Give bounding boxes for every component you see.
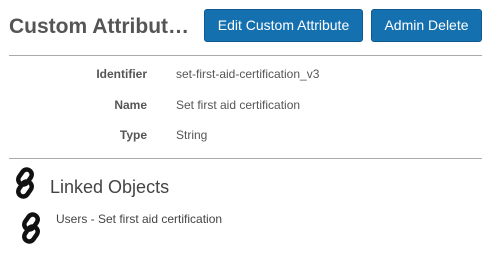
linked-objects-title: Linked Objects xyxy=(50,177,170,197)
name-label: Name xyxy=(114,98,147,112)
page-title: Custom Attribute… xyxy=(9,15,199,38)
identifier-row: Identifier set-first-aid-certification_v… xyxy=(0,64,491,84)
link-icon xyxy=(16,167,34,199)
type-label: Type xyxy=(119,128,147,142)
admin-delete-button[interactable]: Admin Delete xyxy=(371,9,482,42)
page-header: Custom Attribute… Edit Custom Attribute … xyxy=(0,0,491,56)
header-divider xyxy=(9,55,482,56)
name-value: Set first aid certification xyxy=(176,98,301,112)
edit-custom-attribute-button[interactable]: Edit Custom Attribute xyxy=(204,9,363,42)
link-icon xyxy=(22,212,40,244)
section-divider xyxy=(9,158,482,159)
type-value: String xyxy=(176,128,208,142)
linked-object-item[interactable]: Users - Set first aid certification xyxy=(56,210,222,228)
identifier-label: Identifier xyxy=(96,67,147,81)
identifier-value: set-first-aid-certification_v3 xyxy=(176,67,320,81)
type-row: Type String xyxy=(0,125,491,145)
name-row: Name Set first aid certification xyxy=(0,95,491,115)
